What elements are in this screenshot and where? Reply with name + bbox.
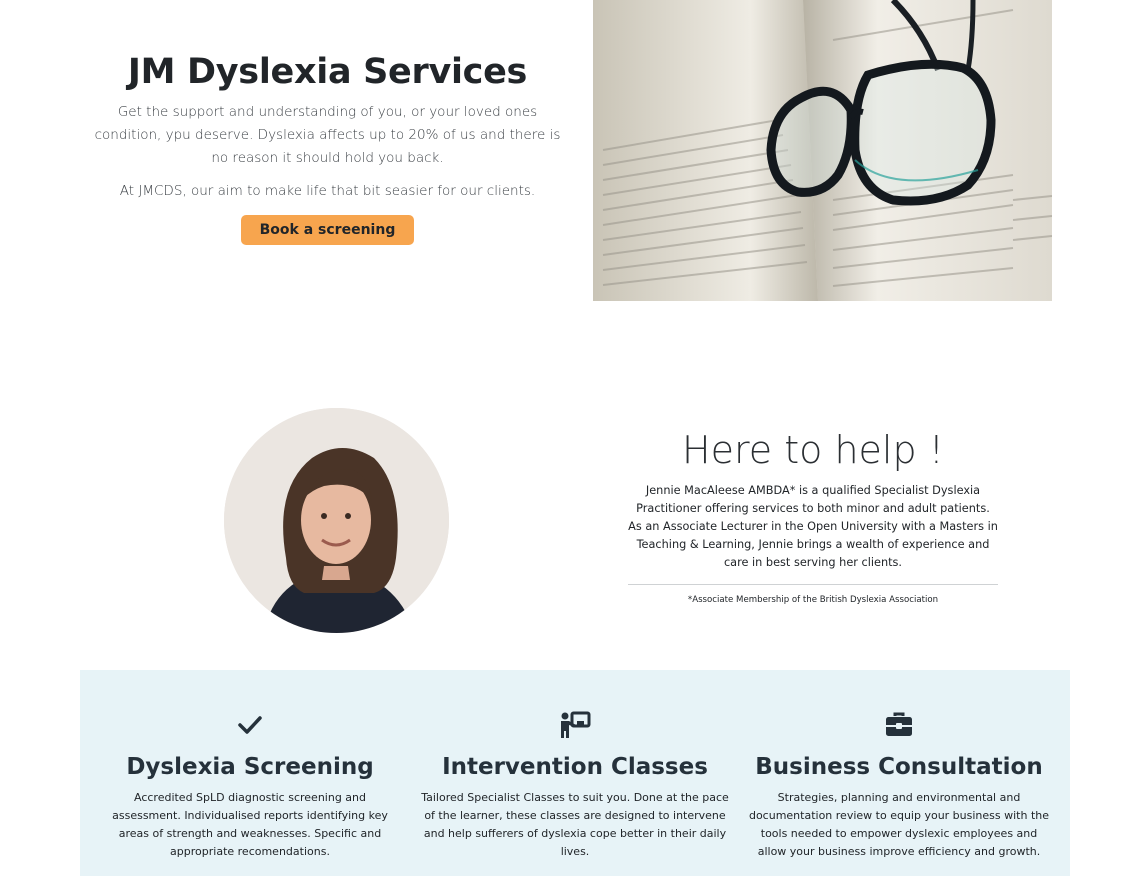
- ambda-footnote: *Associate Membership of the British Dys…: [687, 595, 939, 605]
- here-to-help-block: Here to help ! Jennie MacAleese AMBDA* i…: [628, 425, 998, 605]
- service-title: Business Consultation: [755, 754, 1043, 780]
- service-dyslexia-screening: Dyslexia Screening Accredited SpLD diagn…: [100, 710, 400, 861]
- service-description: Tailored Specialist Classes to suit you.…: [421, 791, 729, 858]
- divider: [628, 584, 998, 585]
- service-business-consultation: Business Consultation Strategies, planni…: [748, 710, 1050, 861]
- teacher-board-icon: [420, 710, 730, 740]
- here-to-help-title: Here to help !: [682, 428, 944, 472]
- jennie-portrait-photo: [224, 408, 449, 633]
- services-section: Dyslexia Screening Accredited SpLD diagn…: [80, 670, 1070, 876]
- service-description: Accredited SpLD diagnostic screening and…: [112, 791, 388, 858]
- book-screening-button[interactable]: Book a screening: [240, 215, 415, 245]
- hero-title: JM Dyslexia Services: [127, 52, 528, 92]
- service-intervention-classes: Intervention Classes Tailored Specialist…: [420, 710, 730, 861]
- glasses-on-book-image: [593, 0, 1052, 301]
- hero-intro-paragraph: Get the support and understanding of you…: [94, 104, 561, 166]
- bio-paragraph: Jennie MacAleese AMBDA* is a qualified S…: [628, 484, 998, 569]
- hero-aim-paragraph: At JMCDS, our aim to make life that bit …: [119, 183, 536, 199]
- service-title: Intervention Classes: [442, 754, 708, 780]
- briefcase-icon: [748, 710, 1050, 740]
- service-title: Dyslexia Screening: [126, 754, 374, 780]
- hero-text-block: JM Dyslexia Services Get the support and…: [90, 50, 565, 245]
- check-icon: [100, 710, 400, 740]
- service-description: Strategies, planning and environmental a…: [748, 791, 1050, 858]
